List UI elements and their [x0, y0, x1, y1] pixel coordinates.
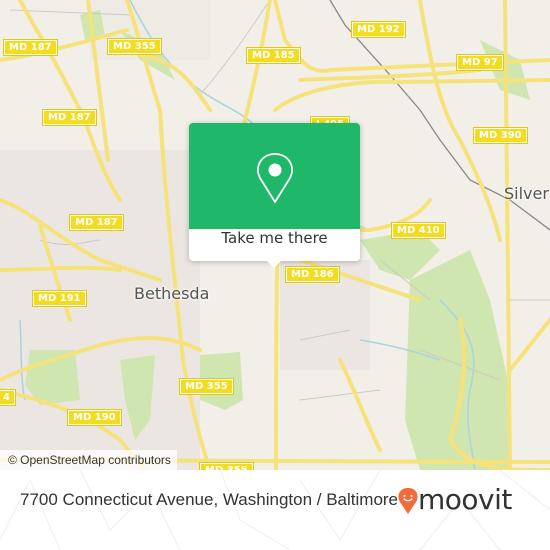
route-shield-partial: 4: [0, 389, 16, 406]
route-shield-md355: MD 355: [199, 462, 254, 470]
route-shield-md390: MD 390: [473, 127, 528, 144]
popup-header: [189, 123, 360, 229]
address-label: 7700 Connecticut Avenue, Washington / Ba…: [20, 490, 399, 509]
popup-pointer: [267, 261, 281, 268]
route-shield-md97: MD 97: [456, 54, 504, 71]
footer-bar: 7700 Connecticut Avenue, Washington / Ba…: [0, 470, 550, 550]
destination-popup: Take me there: [189, 123, 360, 268]
route-shield-md185: MD 185: [246, 47, 301, 64]
route-shield-md191: MD 191: [32, 290, 87, 307]
route-shield-md190: MD 190: [67, 409, 122, 426]
moovit-pin-icon: [398, 488, 418, 514]
place-label-silver: Silver: [504, 184, 549, 203]
route-shield-md187: MD 187: [69, 214, 124, 231]
route-shield-md355: MD 355: [107, 38, 162, 55]
route-shield-md186: MD 186: [285, 266, 340, 283]
place-label-bethesda: Bethesda: [134, 284, 210, 303]
map-attribution[interactable]: © OpenStreetMap contributors: [0, 450, 177, 470]
take-me-there-button[interactable]: Take me there: [189, 229, 360, 261]
moovit-wordmark: moovit: [418, 483, 512, 516]
route-shield-md187: MD 187: [3, 39, 58, 56]
route-shield-md192: MD 192: [351, 21, 406, 38]
route-shield-md355: MD 355: [179, 378, 234, 395]
route-shield-md187: MD 187: [42, 109, 97, 126]
route-shield-md410: MD 410: [391, 222, 446, 239]
map-pin-icon: [257, 153, 293, 203]
map-view[interactable]: Bethesda Silver MD 187 MD 355 MD 185 MD …: [0, 0, 550, 470]
